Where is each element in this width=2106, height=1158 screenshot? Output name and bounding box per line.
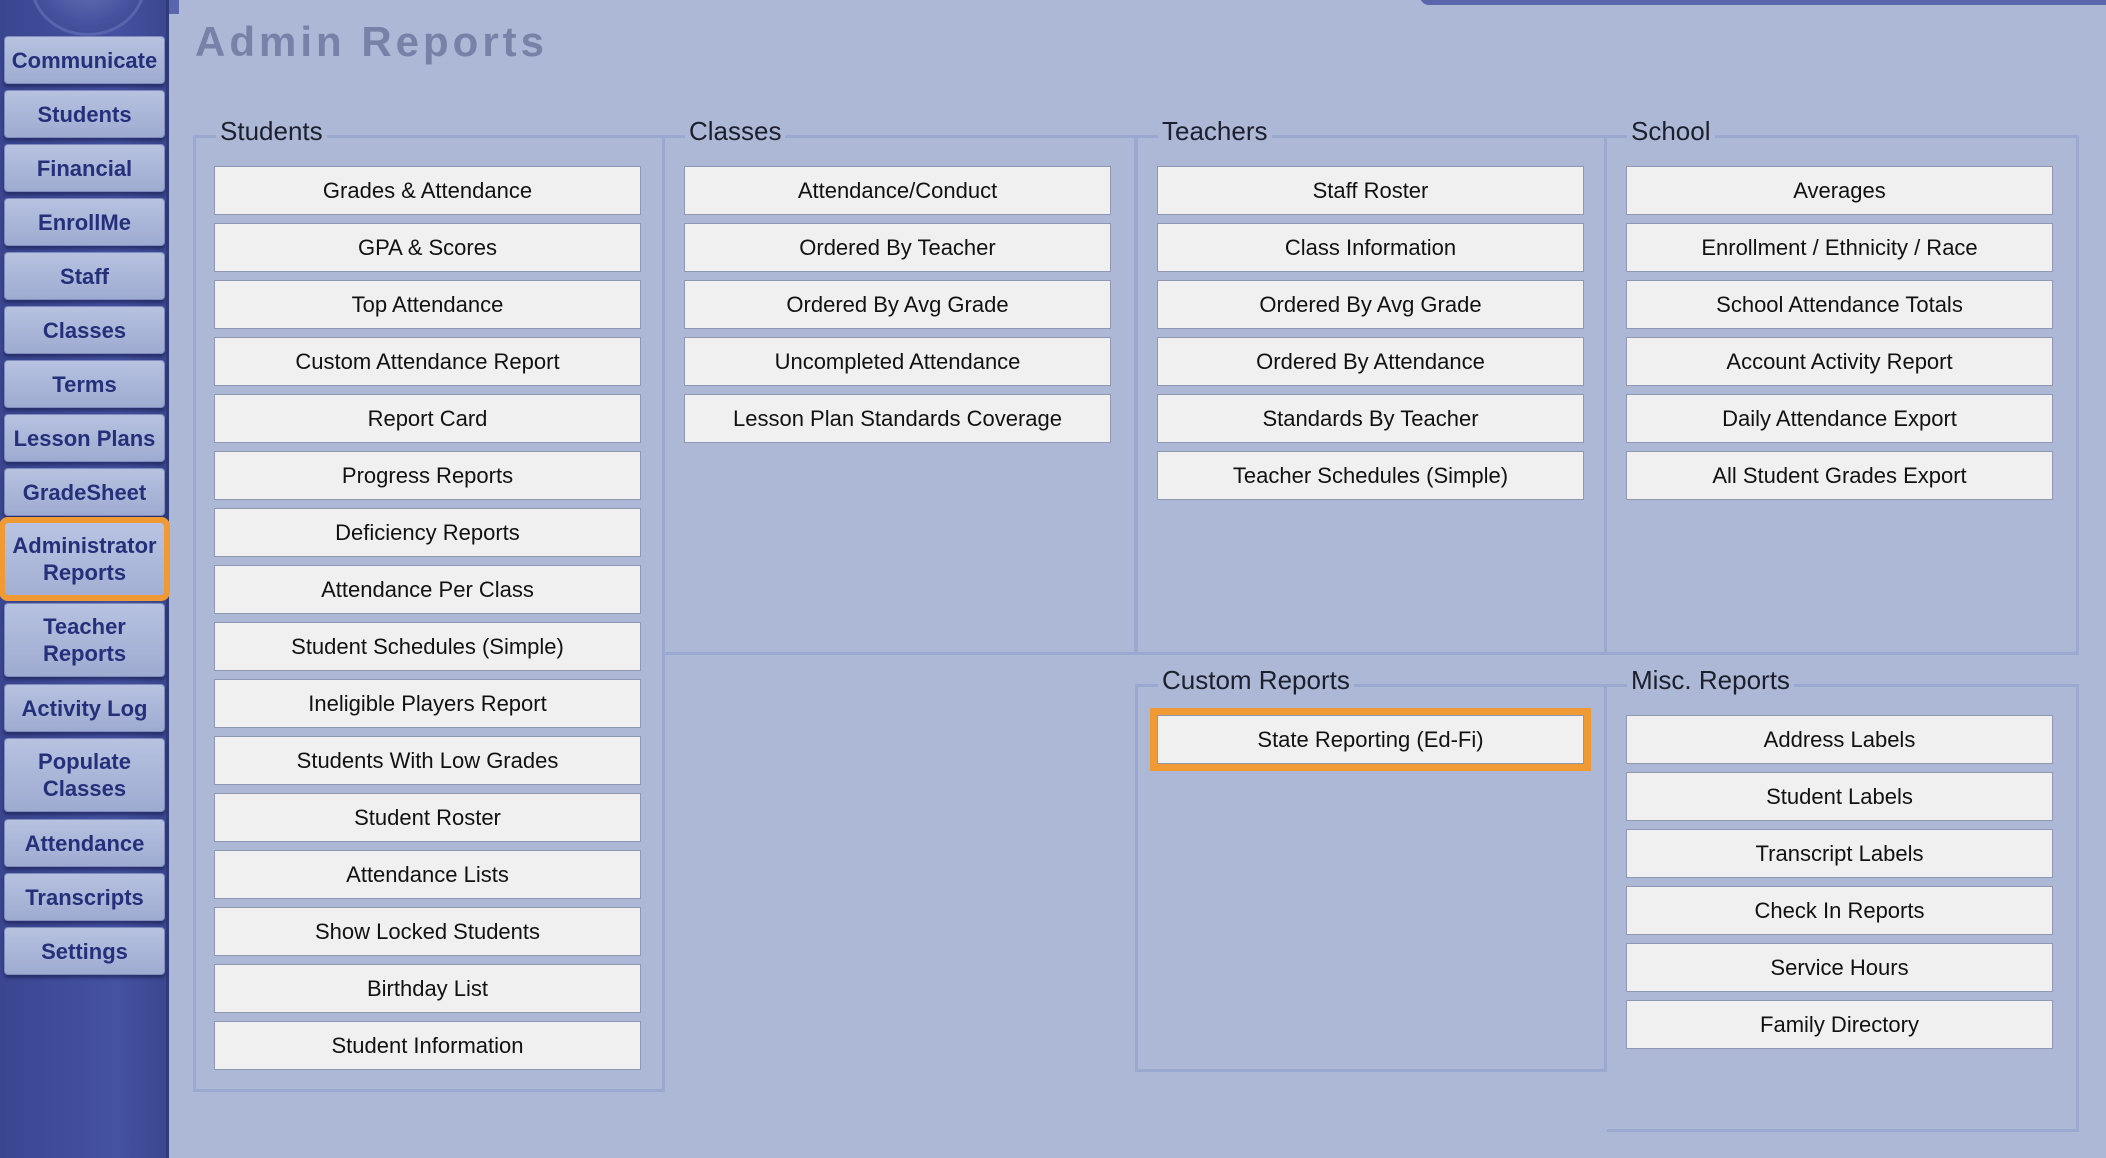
report-button[interactable]: Averages xyxy=(1626,166,2053,215)
report-button[interactable]: Ineligible Players Report xyxy=(214,679,641,728)
sidebar-item-terms[interactable]: Terms xyxy=(4,360,165,408)
report-button[interactable]: Student Labels xyxy=(1626,772,2053,821)
report-button[interactable]: Transcript Labels xyxy=(1626,829,2053,878)
report-button[interactable]: Ordered By Attendance xyxy=(1157,337,1584,386)
report-button[interactable]: Ordered By Teacher xyxy=(684,223,1111,272)
section-title-classes: Classes xyxy=(685,116,786,146)
sidebar-item-administrator-reports[interactable]: Administrator Reports xyxy=(0,517,170,601)
sidebar-item-financial[interactable]: Financial xyxy=(4,144,165,192)
sidebar-item-students[interactable]: Students xyxy=(4,90,165,138)
sidebar-item-lesson-plans[interactable]: Lesson Plans xyxy=(4,414,165,462)
report-button[interactable]: Address Labels xyxy=(1626,715,2053,764)
report-button[interactable]: Attendance Per Class xyxy=(214,565,641,614)
sidebar-item-transcripts[interactable]: Transcripts xyxy=(4,873,165,921)
report-button[interactable]: Student Schedules (Simple) xyxy=(214,622,641,671)
report-button[interactable]: Attendance/Conduct xyxy=(684,166,1111,215)
section-title-students: Students xyxy=(216,116,327,146)
report-button[interactable]: GPA & Scores xyxy=(214,223,641,272)
report-button[interactable]: Uncompleted Attendance xyxy=(684,337,1111,386)
report-button[interactable]: Staff Roster xyxy=(1157,166,1584,215)
report-button[interactable]: Ordered By Avg Grade xyxy=(1157,280,1584,329)
sidebar-item-gradesheet[interactable]: GradeSheet xyxy=(4,468,165,516)
report-button[interactable]: Family Directory xyxy=(1626,1000,2053,1049)
sidebar-item-populate-classes[interactable]: Populate Classes xyxy=(4,738,165,812)
top-frame-bar xyxy=(1420,0,2106,5)
report-button[interactable]: Standards By Teacher xyxy=(1157,394,1584,443)
sidebar-item-teacher-reports[interactable]: Teacher Reports xyxy=(4,603,165,677)
section-custom-reports: Custom Reports State Reporting (Ed-Fi) xyxy=(1135,665,1607,1072)
report-button[interactable]: All Student Grades Export xyxy=(1626,451,2053,500)
sidebar-item-classes[interactable]: Classes xyxy=(4,306,165,354)
sidebar-item-settings[interactable]: Settings xyxy=(4,927,165,975)
report-button[interactable]: Report Card xyxy=(214,394,641,443)
report-button[interactable]: Ordered By Avg Grade xyxy=(684,280,1111,329)
top-frame-left xyxy=(169,0,179,14)
page-title: Admin Reports xyxy=(195,18,549,65)
sidebar-item-activity-log[interactable]: Activity Log xyxy=(4,684,165,732)
report-button[interactable]: Grades & Attendance xyxy=(214,166,641,215)
report-button[interactable]: Student Information xyxy=(214,1021,641,1070)
section-students: Students Grades & Attendance GPA & Score… xyxy=(193,116,665,1092)
report-button[interactable]: Teacher Schedules (Simple) xyxy=(1157,451,1584,500)
report-button[interactable]: Service Hours xyxy=(1626,943,2053,992)
section-misc-reports: Misc. Reports Address Labels Student Lab… xyxy=(1607,665,2079,1132)
report-button[interactable]: Custom Attendance Report xyxy=(214,337,641,386)
report-button[interactable]: Attendance Lists xyxy=(214,850,641,899)
section-title-teachers: Teachers xyxy=(1158,116,1272,146)
report-button[interactable]: Account Activity Report xyxy=(1626,337,2053,386)
report-button[interactable]: Show Locked Students xyxy=(214,907,641,956)
report-button[interactable]: School Attendance Totals xyxy=(1626,280,2053,329)
report-button[interactable]: Daily Attendance Export xyxy=(1626,394,2053,443)
section-school: School Averages Enrollment / Ethnicity /… xyxy=(1607,116,2079,655)
section-classes: Classes Attendance/Conduct Ordered By Te… xyxy=(665,116,1137,655)
app-window: Communicate Students Financial EnrollMe … xyxy=(0,0,2106,1158)
report-button[interactable]: Progress Reports xyxy=(214,451,641,500)
state-reporting-button[interactable]: State Reporting (Ed-Fi) xyxy=(1150,708,1591,771)
sidebar-item-enrollme[interactable]: EnrollMe xyxy=(4,198,165,246)
report-button[interactable]: Student Roster xyxy=(214,793,641,842)
section-teachers: Teachers Staff Roster Class Information … xyxy=(1135,116,1607,655)
sidebar-item-staff[interactable]: Staff xyxy=(4,252,165,300)
report-button[interactable]: Birthday List xyxy=(214,964,641,1013)
sidebar-nav: Communicate Students Financial EnrollMe … xyxy=(0,0,170,1158)
logo-icon xyxy=(30,0,146,36)
section-title-school: School xyxy=(1627,116,1715,146)
section-title-custom-reports: Custom Reports xyxy=(1158,665,1354,695)
report-button[interactable]: Class Information xyxy=(1157,223,1584,272)
sidebar-item-communicate[interactable]: Communicate xyxy=(4,36,165,84)
report-button[interactable]: Students With Low Grades xyxy=(214,736,641,785)
report-button[interactable]: Enrollment / Ethnicity / Race xyxy=(1626,223,2053,272)
report-button[interactable]: Check In Reports xyxy=(1626,886,2053,935)
report-button[interactable]: Lesson Plan Standards Coverage xyxy=(684,394,1111,443)
report-button[interactable]: Deficiency Reports xyxy=(214,508,641,557)
section-title-misc-reports: Misc. Reports xyxy=(1627,665,1794,695)
sidebar-item-attendance[interactable]: Attendance xyxy=(4,819,165,867)
report-button[interactable]: Top Attendance xyxy=(214,280,641,329)
